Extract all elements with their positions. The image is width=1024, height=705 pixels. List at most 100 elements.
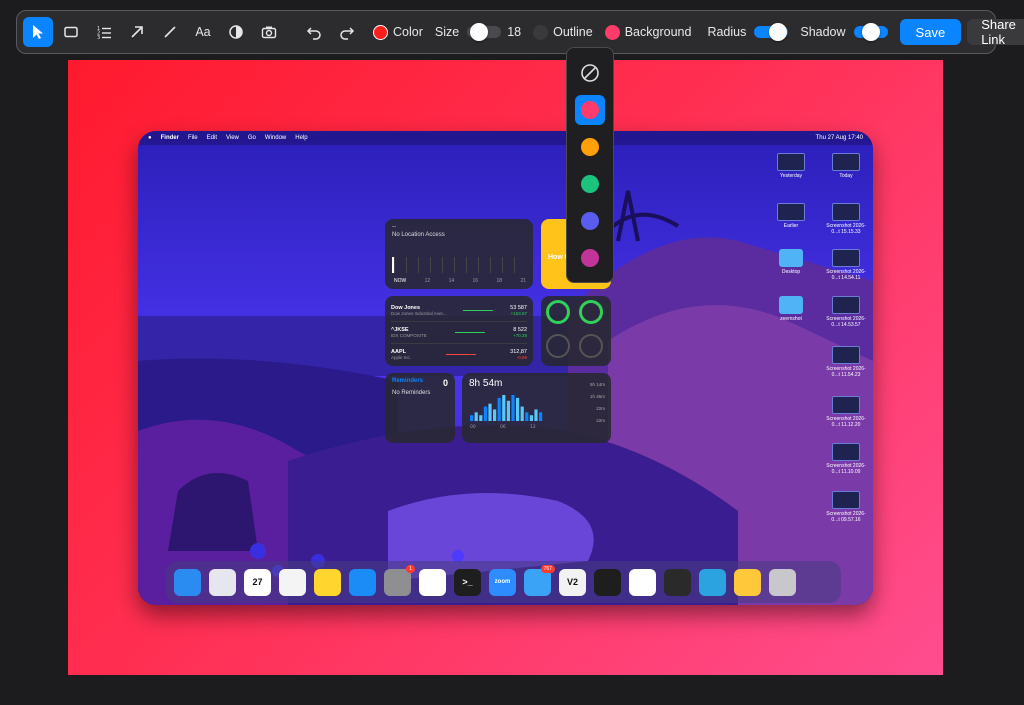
arrow-tool-button[interactable] — [122, 17, 152, 47]
dock-app-launchpad[interactable] — [209, 568, 236, 596]
redo-icon — [340, 27, 355, 40]
redo-button[interactable] — [332, 17, 362, 47]
color-label: Color — [393, 25, 423, 39]
share-link-button[interactable]: Share Link — [967, 17, 1024, 47]
contrast-tool-button[interactable] — [221, 17, 251, 47]
background-option-none[interactable] — [575, 58, 605, 88]
dock-app-cube-app[interactable] — [664, 568, 691, 596]
file-thumbnail — [832, 153, 860, 171]
radius-slider[interactable] — [754, 23, 789, 41]
size-control: Size 18 — [435, 23, 521, 41]
dock-app-app-store[interactable] — [349, 568, 376, 596]
reminders-count: 0 — [442, 378, 448, 388]
screenshot-tool-button[interactable] — [254, 17, 284, 47]
outline-label: Outline — [553, 25, 593, 39]
desktop-folder[interactable]: Desktop — [768, 249, 814, 275]
file-thumbnail — [832, 249, 860, 267]
background-option-orange[interactable] — [575, 132, 605, 162]
dock-app-v2[interactable]: V2 — [559, 568, 586, 596]
file-thumbnail — [777, 203, 805, 221]
desktop-file[interactable]: Today — [823, 153, 869, 179]
size-slider-knob[interactable] — [470, 23, 489, 41]
desktop-file[interactable]: Screenshot 2026-0...t 11.10.09 — [823, 443, 869, 475]
stock-sparkline — [454, 332, 485, 333]
undo-button[interactable] — [299, 17, 329, 47]
desktop-file[interactable]: Screenshot 2026-0...t 14.54.11 — [823, 249, 869, 281]
contrast-icon — [229, 25, 243, 39]
screentime-widget: 8h 54m 00 06 12 5h 14m 1h 45m 22m 22m — [462, 373, 611, 443]
radius-control: Radius — [707, 23, 789, 41]
dock-app-text: 27 — [252, 577, 263, 587]
dock-app-trash[interactable] — [769, 568, 796, 596]
dock-app-text: zoom — [494, 579, 511, 585]
screentime-apps: 5h 14m 1h 45m 22m 22m — [590, 379, 605, 427]
dock-app-mail[interactable]: 767 — [524, 564, 555, 596]
dock-app-bulb-app[interactable] — [734, 568, 761, 596]
weather-subtitle: No Location Access — [392, 232, 445, 238]
desktop-folder[interactable]: zeemshot — [768, 296, 814, 322]
stocks-widget: Dow Jones Dow Jones Industrial Aver... 53 … — [385, 296, 533, 366]
background-option-pink-red[interactable] — [575, 95, 605, 125]
shadow-slider-knob[interactable] — [861, 23, 880, 41]
dock-app-text: V2 — [566, 577, 578, 587]
shadow-slider[interactable] — [853, 23, 888, 41]
select-tool-button[interactable] — [23, 17, 53, 47]
dock-app-terminal[interactable]: >_ — [454, 568, 481, 596]
stock-sparkline — [463, 310, 494, 311]
rectangle-tool-button[interactable] — [56, 17, 86, 47]
radius-slider-knob[interactable] — [769, 23, 788, 41]
dock-app-telegram[interactable] — [699, 568, 726, 596]
dock-app-safari[interactable] — [629, 568, 656, 596]
dock-app-chrome[interactable] — [419, 568, 446, 596]
dock-app-finder[interactable] — [174, 568, 201, 596]
screentime-bar — [516, 397, 520, 421]
menubar-item: Window — [264, 135, 287, 141]
desktop-file[interactable]: Screenshot 2026-0...t 11.54.23 — [823, 346, 869, 378]
desktop-file[interactable]: Yesterday — [768, 153, 814, 179]
background-option-purple-pink[interactable] — [575, 243, 605, 273]
radius-label: Radius — [707, 25, 747, 39]
save-button[interactable]: Save — [899, 19, 962, 45]
desktop-file[interactable]: Earlier — [768, 203, 814, 229]
desktop-file[interactable]: Screenshot 2026-0...t 14.53.57 — [823, 296, 869, 328]
stock-row: AAPL Apple Inc. 312,87 -0,69 — [391, 344, 527, 365]
apple-icon: ● — [148, 135, 152, 141]
desktop-file[interactable]: Screenshot 2026-0...t 09.57.16 — [823, 491, 869, 523]
background-option-green[interactable] — [575, 169, 605, 199]
dock-app-reminders[interactable] — [279, 568, 306, 596]
list-tool-button[interactable]: 1 2 3 — [89, 17, 119, 47]
line-tool-button[interactable] — [155, 17, 185, 47]
color-control[interactable]: Color — [373, 24, 423, 40]
text-tool-button[interactable]: Aa — [188, 17, 218, 47]
screentime-bar — [483, 406, 487, 421]
weather-widget: -- No Location Access NOW 12 14 16 18 21 — [385, 219, 533, 289]
stock-row: Dow Jones Dow Jones Industrial Aver... 53 … — [391, 300, 527, 322]
dock-app-calendar[interactable]: 27 — [244, 568, 271, 596]
dock-app-system-settings[interactable]: 1 — [384, 564, 415, 596]
size-slider[interactable] — [467, 23, 502, 41]
stock-row: ^JKSE IDX COMPOSITE 8 522 +70.28 — [391, 322, 527, 344]
outline-control[interactable]: Outline — [533, 24, 593, 40]
battery-ring-empty — [579, 334, 603, 358]
arrow-pointer-icon — [33, 25, 43, 39]
screenshot-image[interactable]: ● Finder File Edit View Go Window Help T… — [138, 131, 873, 605]
stock-name: Dow Jones Industrial Aver... — [391, 311, 447, 316]
dock-app-notes[interactable] — [314, 568, 341, 596]
dock-app-text: >_ — [462, 577, 473, 587]
stock-change: +153.87 — [510, 311, 527, 316]
battery-ring-laptop — [546, 300, 570, 324]
color-dot — [581, 249, 599, 267]
background-color-popover — [566, 47, 614, 283]
weather-axis-label: 14 — [448, 278, 455, 284]
dock-app-figma[interactable] — [594, 568, 621, 596]
desktop-file[interactable]: Screenshot 2026-0...t 11.12.20 — [823, 396, 869, 428]
background-control[interactable]: Background — [604, 24, 691, 40]
undo-icon — [306, 27, 321, 40]
background-option-blue-purple[interactable] — [575, 206, 605, 236]
folder-icon — [779, 296, 803, 314]
desktop-file[interactable]: Screenshot 2026-0...t 15.15.33 — [823, 203, 869, 235]
dock-app-zoom[interactable]: zoom — [489, 568, 516, 596]
desktop-icon-label: Earlier — [783, 223, 799, 229]
file-thumbnail — [832, 346, 860, 364]
screentime-bar — [529, 415, 533, 421]
